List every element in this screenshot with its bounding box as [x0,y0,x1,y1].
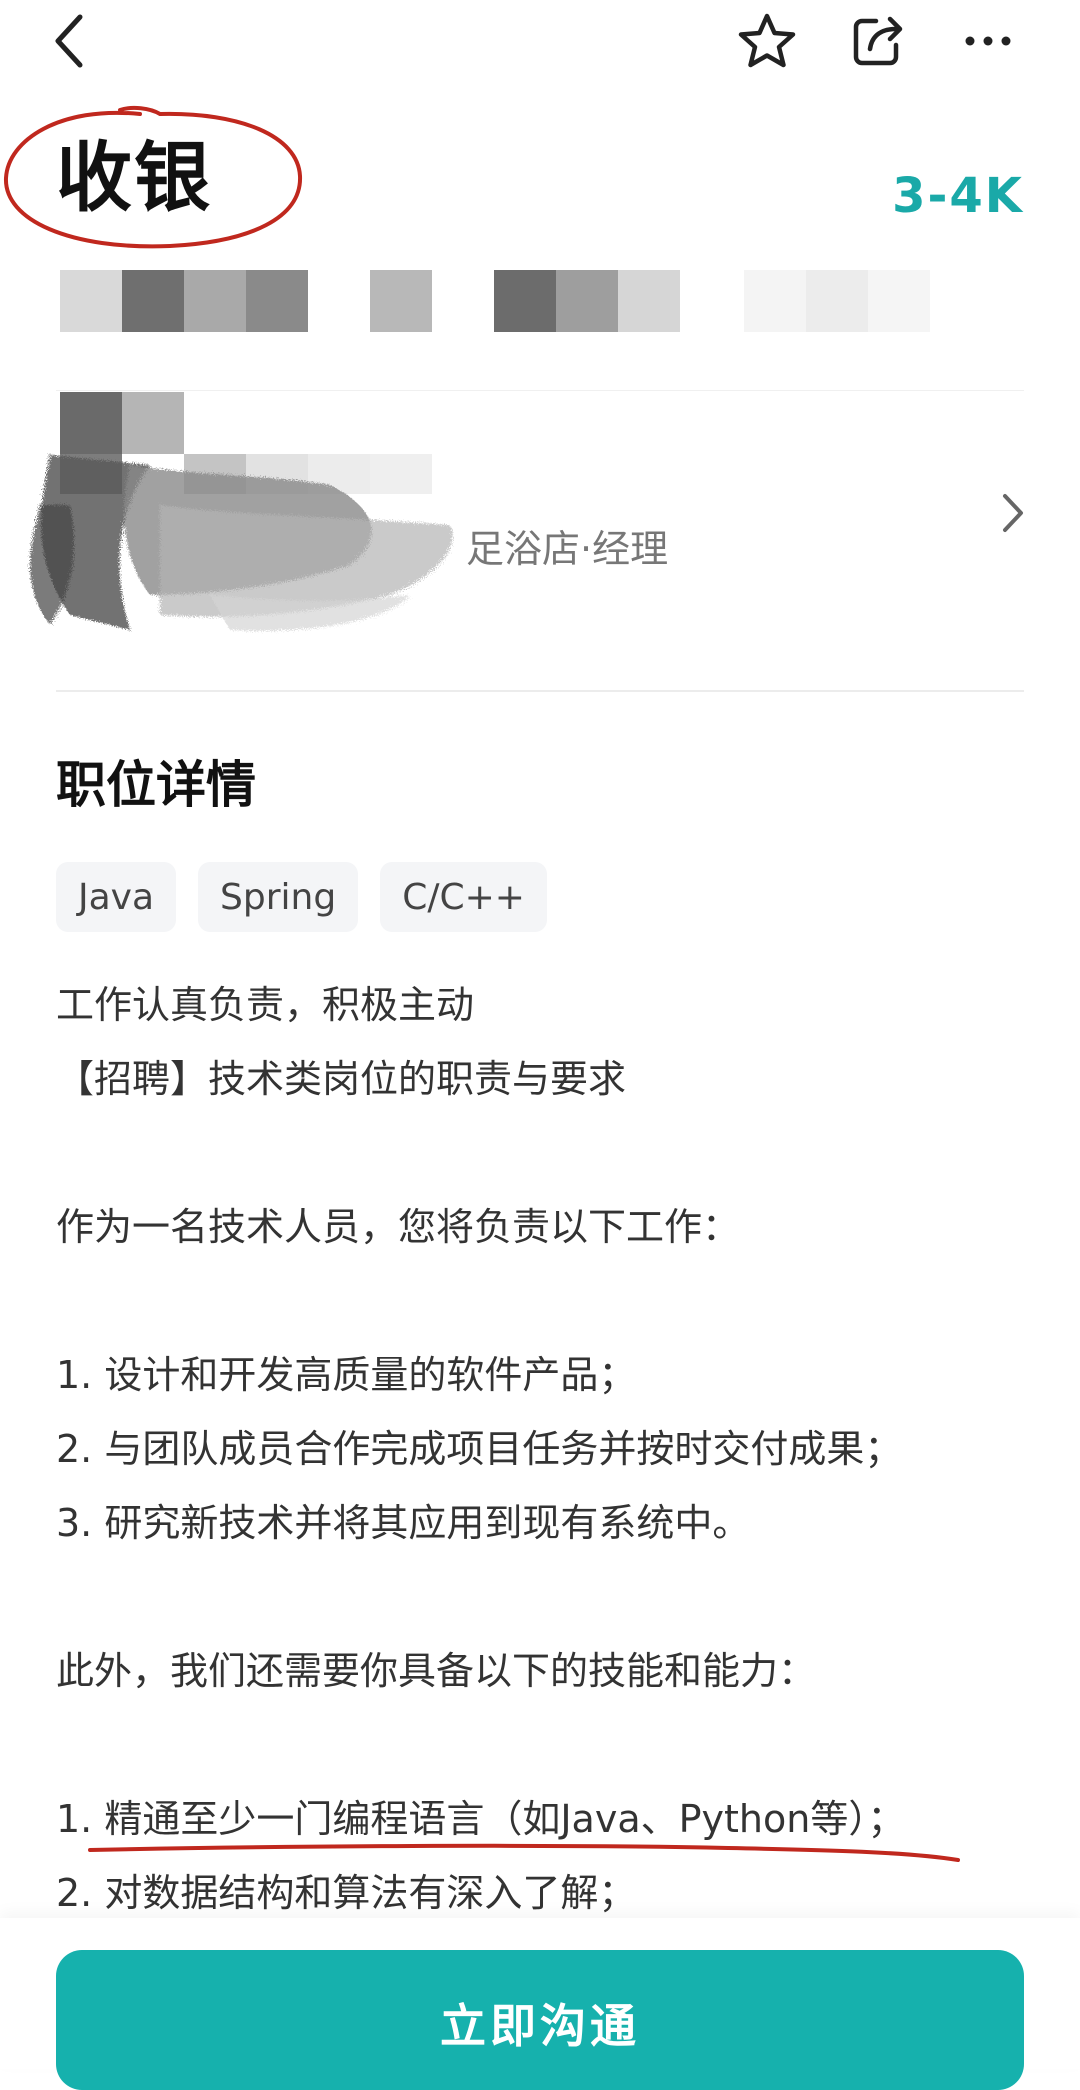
divider [56,690,1024,692]
more-button[interactable] [952,5,1024,77]
favorite-button[interactable] [731,5,803,77]
description-blank-line [56,1708,1024,1782]
description-blank-line [56,1560,1024,1634]
description-line: 【招聘】技术类岗位的职责与要求 [56,1057,627,1101]
annotation-circle [3,105,303,249]
chevron-left-icon [55,14,83,68]
description-line: 3. 研究新技术并将其应用到现有系统中。 [56,1501,751,1545]
salary-range: 3-4K [892,168,1024,224]
chevron-right-icon [1003,494,1023,532]
section-title: 职位详情 [56,756,256,814]
share-icon [853,16,903,66]
description-line: 作为一名技术人员，您将负责以下工作： [56,1205,741,1249]
top-nav-bar [0,0,1080,90]
skill-tags: Java Spring C/C++ [56,862,547,932]
description-line: 此外，我们还需要你具备以下的技能和能力： [56,1649,817,1693]
skill-tag: Java [56,862,177,932]
job-description: 工作认真负责，积极主动 【招聘】技术类岗位的职责与要求 作为一名技术人员，您将负… [56,968,1024,1930]
description-blank-line [56,1264,1024,1338]
redaction-scribble [30,455,453,631]
chat-now-button[interactable]: 立即沟通 [56,1950,1024,2090]
skill-tag: C/C++ [380,862,547,932]
more-icon [965,36,1011,46]
description-line: 1. 设计和开发高质量的软件产品； [56,1353,637,1397]
pixelated-info-strip [60,270,940,332]
share-button[interactable] [843,5,915,77]
description-blank-line [56,1116,1024,1190]
back-button[interactable] [34,5,106,77]
skill-tag: Spring [198,862,359,932]
description-line: 2. 与团队成员合作完成项目任务并按时交付成果； [56,1427,903,1471]
recruiter-role: 足浴店·经理 [466,527,669,571]
annotation-underline [88,1843,960,1862]
description-line: 工作认真负责，积极主动 [56,983,475,1027]
star-icon [738,13,796,68]
